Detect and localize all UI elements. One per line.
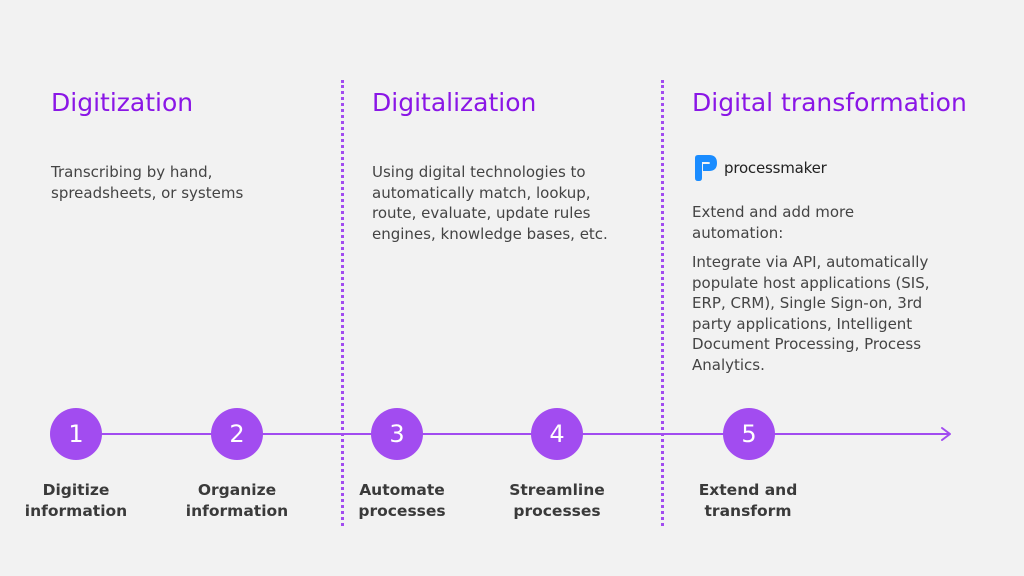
- step-circle-1: 1: [50, 408, 102, 460]
- description-line: Extend and add more: [692, 203, 855, 221]
- description-line: party applications, Intelligent: [692, 314, 913, 333]
- step-label-line: processes: [358, 501, 446, 520]
- description-line: Analytics.: [692, 355, 765, 374]
- timeline-line: [76, 433, 950, 435]
- description-line: Transcribing by hand,: [51, 163, 213, 181]
- step-label-line: information: [185, 501, 289, 520]
- step-label-2: Organize information: [162, 480, 312, 521]
- description-line: ERP, CRM), Single Sign-on, 3rd: [692, 294, 923, 312]
- step-label-5: Extend and transform: [673, 480, 823, 521]
- step-label-line: Extend and: [698, 481, 798, 499]
- step-label-line: processes: [513, 501, 601, 520]
- description-line: spreadsheets, or systems: [51, 183, 244, 202]
- description-line: populate host applications (SIS,: [692, 273, 930, 292]
- column-divider: [341, 80, 344, 526]
- column-title-digitalization: Digitalization: [372, 88, 537, 117]
- column-description-intro-transformation: Extend and add more automation:: [692, 202, 854, 243]
- column-description-transformation: Integrate via API, automatically populat…: [692, 252, 930, 375]
- column-title-digital-transformation: Digital transformation: [692, 88, 967, 117]
- step-circle-3: 3: [371, 408, 423, 460]
- description-line: automation:: [692, 223, 784, 242]
- step-label-1: Digitize information: [1, 480, 151, 521]
- arrow-right-icon: [941, 427, 951, 441]
- column-description-digitization: Transcribing by hand, spreadsheets, or s…: [51, 162, 243, 203]
- step-label-3: Automate processes: [327, 480, 477, 521]
- processmaker-logo-icon: [695, 155, 717, 181]
- description-line: automatically match, lookup,: [372, 183, 591, 202]
- description-line: engines, knowledge bases, etc.: [372, 224, 608, 243]
- step-label-line: Streamline: [509, 481, 605, 499]
- column-divider: [661, 80, 664, 526]
- column-description-digitalization: Using digital technologies to automatica…: [372, 162, 608, 244]
- description-line: route, evaluate, update rules: [372, 204, 591, 222]
- description-line: Integrate via API, automatically: [692, 253, 929, 271]
- processmaker-logo-text: processmaker: [724, 159, 827, 177]
- step-circle-2: 2: [211, 408, 263, 460]
- description-line: Using digital technologies to: [372, 163, 586, 181]
- column-title-digitization: Digitization: [51, 88, 194, 117]
- step-label-line: Automate: [359, 481, 445, 499]
- step-label-line: Organize: [197, 481, 277, 499]
- step-circle-4: 4: [531, 408, 583, 460]
- processmaker-logo: processmaker: [693, 154, 827, 182]
- step-label-line: information: [24, 501, 128, 520]
- step-label-4: Streamline processes: [482, 480, 632, 521]
- description-line: Document Processing, Process: [692, 335, 922, 353]
- step-circle-5: 5: [723, 408, 775, 460]
- step-label-line: Digitize: [42, 481, 110, 499]
- step-label-line: transform: [704, 501, 792, 520]
